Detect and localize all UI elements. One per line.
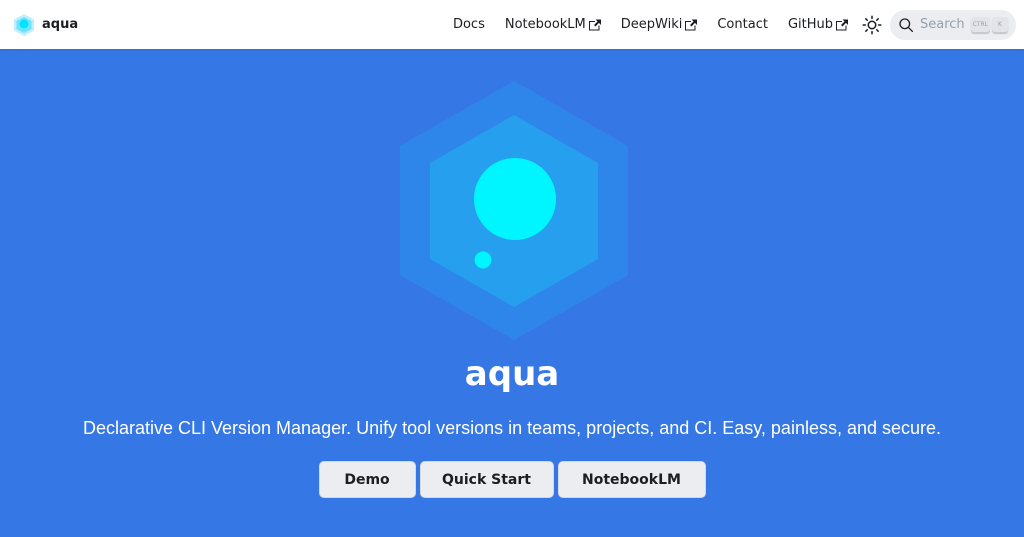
hero-buttons: Demo Quick Start NotebookLM: [0, 461, 1024, 498]
hero-tagline: Declarative CLI Version Manager. Unify t…: [82, 418, 942, 438]
nav-link-contact[interactable]: Contact: [707, 17, 778, 32]
brand-link[interactable]: aqua: [12, 13, 78, 37]
nav-link-notebooklm[interactable]: NotebookLM: [495, 17, 611, 32]
aqua-hero-logo-icon: [400, 81, 628, 340]
theme-toggle-button[interactable]: [860, 13, 884, 37]
hero-title: aqua: [464, 354, 560, 394]
quick-start-button[interactable]: Quick Start: [419, 461, 554, 498]
nav-link-label: Docs: [452, 17, 485, 32]
nav-link-github[interactable]: GitHub: [778, 17, 858, 32]
search-placeholder: Search: [920, 17, 965, 32]
nav-link-label: GitHub: [787, 17, 833, 32]
search-icon: [899, 17, 914, 32]
k-key: K: [992, 16, 1008, 33]
external-link-icon: [836, 19, 848, 30]
navbar: aqua Docs NotebookLM DeepWiki Contact Gi…: [0, 0, 1024, 49]
demo-button[interactable]: Demo: [318, 461, 416, 498]
nav-link-deepwiki[interactable]: DeepWiki: [611, 17, 708, 32]
nav-link-label: DeepWiki: [620, 17, 683, 32]
nav-link-label: Contact: [717, 17, 768, 32]
hero-banner: aqua Declarative CLI Version Manager. Un…: [0, 49, 1024, 537]
search-button[interactable]: Search CTRL K: [890, 9, 1016, 40]
sun-icon: [862, 15, 882, 34]
external-link-icon: [588, 19, 601, 30]
external-link-icon: [685, 19, 698, 30]
nav-link-docs[interactable]: Docs: [443, 17, 495, 32]
ctrl-key: CTRL: [970, 16, 990, 33]
notebooklm-button[interactable]: NotebookLM: [557, 461, 706, 498]
aqua-logo-icon: [14, 13, 34, 36]
nav-link-label: NotebookLM: [504, 17, 586, 32]
brand-title: aqua: [42, 17, 79, 32]
